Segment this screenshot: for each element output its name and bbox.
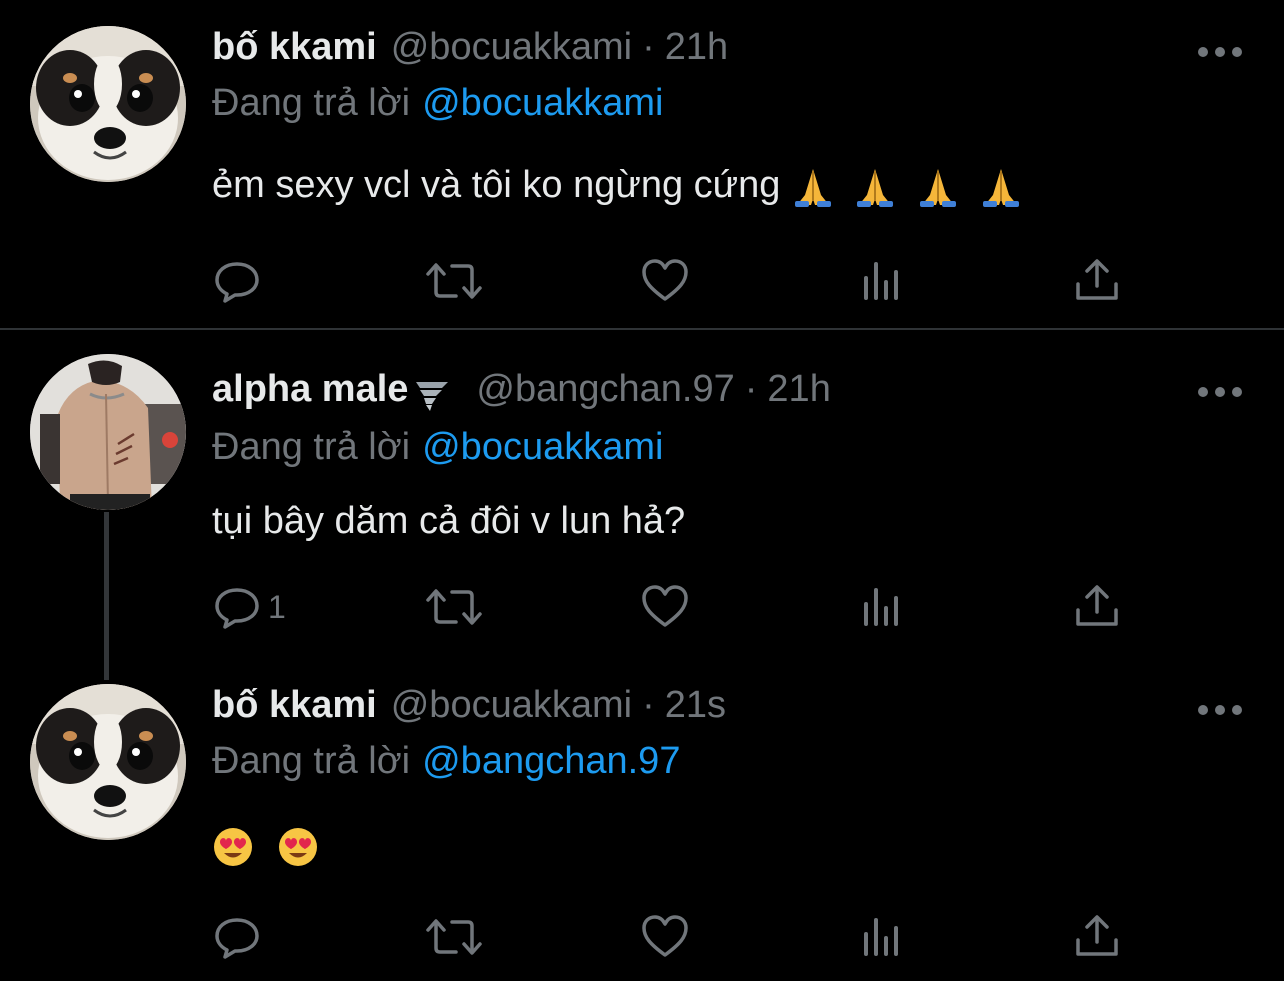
like-button[interactable] [640, 256, 690, 306]
replying-to-label: Đang trả lời [212, 426, 411, 468]
replying-to-label: Đang trả lời [212, 740, 411, 782]
display-name[interactable]: bố kkami [212, 26, 377, 69]
tweet-text: tụi bây dăm cả đôi v lun hả? [212, 500, 685, 543]
display-name[interactable]: alpha male [212, 368, 408, 411]
share-button[interactable] [1072, 912, 1122, 962]
tweet-actions: 1 [212, 582, 1132, 632]
tweet-body: tụi bây dăm cả đôi v lun hả? [212, 500, 686, 542]
replying-to: Đang trả lời @bocuakkami [212, 82, 663, 125]
reply-button[interactable] [212, 256, 268, 306]
tweet[interactable]: bố kkami @bocuakkami · 21s Đang trả lời @… [0, 660, 1284, 981]
reply-icon [215, 918, 259, 959]
tweet-header: bố kkami @bocuakkami · 21h [212, 26, 728, 78]
tweet-body: ẻm sexy vcl và tôi ko ngừng cứng [212, 164, 781, 206]
retweet-icon [426, 589, 482, 625]
reply-icon [215, 588, 259, 629]
reply-button[interactable]: 1 [212, 582, 286, 632]
tweet-header: alpha male @bangchan.97 · 21h [212, 368, 831, 420]
more-icon[interactable] [1198, 700, 1242, 720]
folded-hands-icon [857, 168, 894, 207]
tweet-actions [212, 912, 1132, 962]
display-name[interactable]: bố kkami [212, 684, 377, 727]
reply-icon [215, 262, 259, 303]
avatar[interactable] [30, 26, 186, 182]
separator: · [744, 368, 758, 410]
retweet-icon [426, 919, 482, 955]
like-button[interactable] [640, 582, 690, 632]
views-button[interactable] [858, 912, 908, 962]
user-handle[interactable]: @bocuakkami [391, 26, 632, 69]
timestamp[interactable]: 21h [665, 26, 728, 69]
views-button[interactable] [858, 256, 908, 306]
replying-to-label: Đang trả lời [212, 82, 411, 124]
retweet-icon [426, 263, 482, 299]
share-icon [1076, 585, 1118, 626]
views-button[interactable] [858, 582, 908, 632]
views-icon [864, 918, 898, 956]
mention-link[interactable]: @bocuakkami [422, 82, 663, 124]
tweet-text [212, 824, 319, 868]
folded-hands-icon [794, 168, 831, 207]
tweet[interactable]: alpha male @bangchan.97 · 21h Đang trả l… [0, 330, 1284, 660]
tweet[interactable]: bố kkami @bocuakkami · 21h Đang trả lời @… [0, 0, 1284, 328]
tweet-text: ẻm sexy vcl và tôi ko ngừng cứng [212, 164, 1023, 209]
more-icon[interactable] [1198, 42, 1242, 62]
like-button[interactable] [640, 912, 690, 962]
share-icon [1076, 259, 1118, 300]
retweet-button[interactable] [424, 256, 484, 306]
reply-count: 1 [268, 588, 286, 625]
like-icon [642, 259, 688, 301]
more-icon[interactable] [1198, 382, 1242, 402]
smiling-face-with-heart-eyes-icon [214, 827, 252, 866]
views-icon [864, 588, 898, 626]
thread-connector [104, 512, 109, 680]
replying-to: Đang trả lời @bocuakkami [212, 426, 663, 469]
like-icon [642, 915, 688, 957]
smiling-face-with-heart-eyes-icon [278, 827, 317, 866]
user-handle[interactable]: @bocuakkami [391, 684, 632, 727]
share-button[interactable] [1072, 582, 1122, 632]
share-button[interactable] [1072, 256, 1122, 306]
timestamp[interactable]: 21h [767, 368, 830, 411]
retweet-button[interactable] [424, 582, 484, 632]
folded-hands-icon [982, 168, 1019, 207]
share-icon [1076, 915, 1118, 956]
user-handle[interactable]: @bangchan.97 [476, 368, 734, 411]
retweet-button[interactable] [424, 912, 484, 962]
emoji-row [212, 824, 319, 866]
separator: · [642, 26, 655, 68]
avatar[interactable] [30, 354, 186, 510]
replying-to: Đang trả lời @bangchan.97 [212, 740, 680, 783]
reply-button[interactable] [212, 912, 268, 962]
mention-link[interactable]: @bocuakkami [422, 426, 663, 468]
folded-hands-icon [920, 168, 957, 207]
timestamp[interactable]: 21s [665, 684, 726, 727]
avatar[interactable] [30, 684, 186, 840]
mention-link[interactable]: @bangchan.97 [422, 740, 680, 782]
emoji-row [791, 164, 1023, 207]
tweet-actions [212, 256, 1132, 306]
like-icon [642, 585, 688, 627]
separator: · [642, 684, 655, 726]
views-icon [864, 262, 898, 300]
tornado-icon [416, 382, 449, 411]
tweet-header: bố kkami @bocuakkami · 21s [212, 684, 726, 736]
